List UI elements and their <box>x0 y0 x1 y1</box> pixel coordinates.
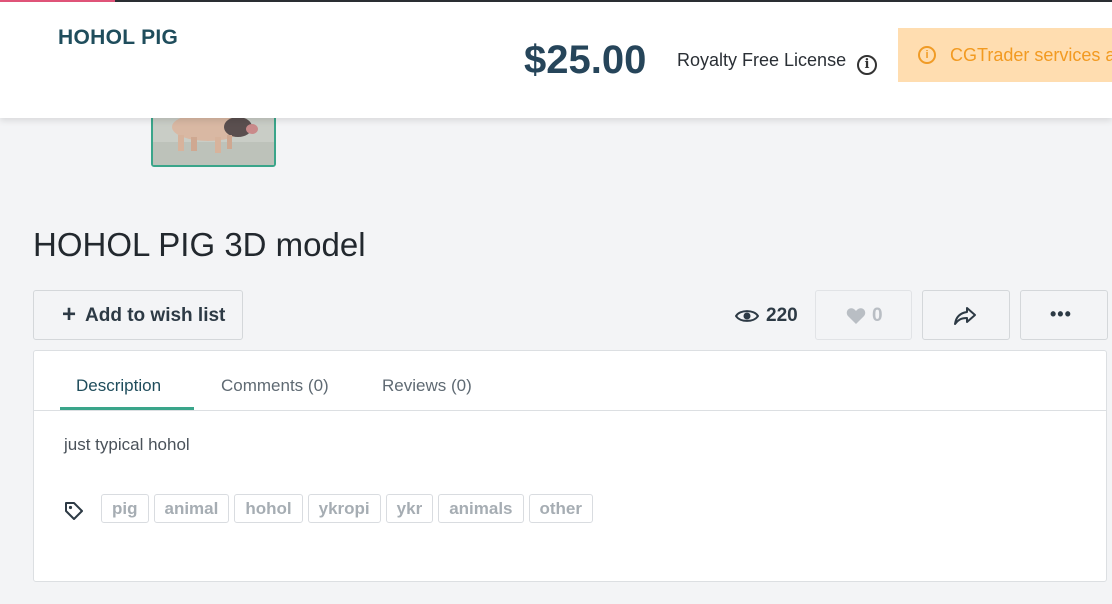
active-tab-indicator <box>60 407 194 410</box>
view-count: 220 <box>735 304 798 328</box>
details-panel: Description Comments (0) Reviews (0) jus… <box>33 350 1107 582</box>
heart-icon <box>846 308 866 324</box>
add-to-wish-list-button[interactable]: + Add to wish list <box>33 290 243 340</box>
tag-ykropi[interactable]: ykropi <box>307 494 381 523</box>
description-text: just typical hohol <box>64 435 190 454</box>
tab-bar: Description Comments (0) Reviews (0) <box>34 351 1106 411</box>
share-icon <box>954 307 976 325</box>
tag-animals[interactable]: animals <box>438 494 524 523</box>
product-name: HOHOL PIG <box>58 26 179 49</box>
alert-icon: i <box>918 46 936 64</box>
license-label[interactable]: Royalty Free License <box>677 50 846 71</box>
like-count: 0 <box>872 305 883 326</box>
tag-pig[interactable]: pig <box>101 494 149 523</box>
tab-reviews[interactable]: Reviews (0) <box>382 376 472 396</box>
tag-hohol[interactable]: hohol <box>234 494 303 523</box>
more-options-button[interactable]: ••• <box>1020 290 1108 340</box>
view-count-value: 220 <box>766 305 798 326</box>
tag-icon <box>65 502 83 520</box>
tab-comments[interactable]: Comments (0) <box>221 376 329 396</box>
plus-icon: + <box>62 301 77 328</box>
product-header: HOHOL PIG $25.00 Royalty Free License i … <box>0 2 1112 118</box>
eye-icon <box>735 310 759 322</box>
tag-animal[interactable]: animal <box>153 494 230 523</box>
services-notice: i CGTrader services a <box>898 28 1112 82</box>
page-title: HOHOL PIG 3D model <box>33 226 366 263</box>
tag-list: pig animal hohol ykropi ykr animals othe… <box>101 494 593 523</box>
notice-text: CGTrader services a <box>950 45 1112 65</box>
share-button[interactable] <box>922 290 1010 340</box>
price: $25.00 <box>524 38 647 82</box>
more-icon: ••• <box>1050 304 1072 324</box>
tab-description[interactable]: Description <box>76 376 161 396</box>
wish-list-label: Add to wish list <box>85 305 226 326</box>
tag-other[interactable]: other <box>528 494 593 523</box>
like-button[interactable]: 0 <box>815 290 912 340</box>
info-icon[interactable]: i <box>857 55 877 75</box>
tag-ykr[interactable]: ykr <box>385 494 434 523</box>
